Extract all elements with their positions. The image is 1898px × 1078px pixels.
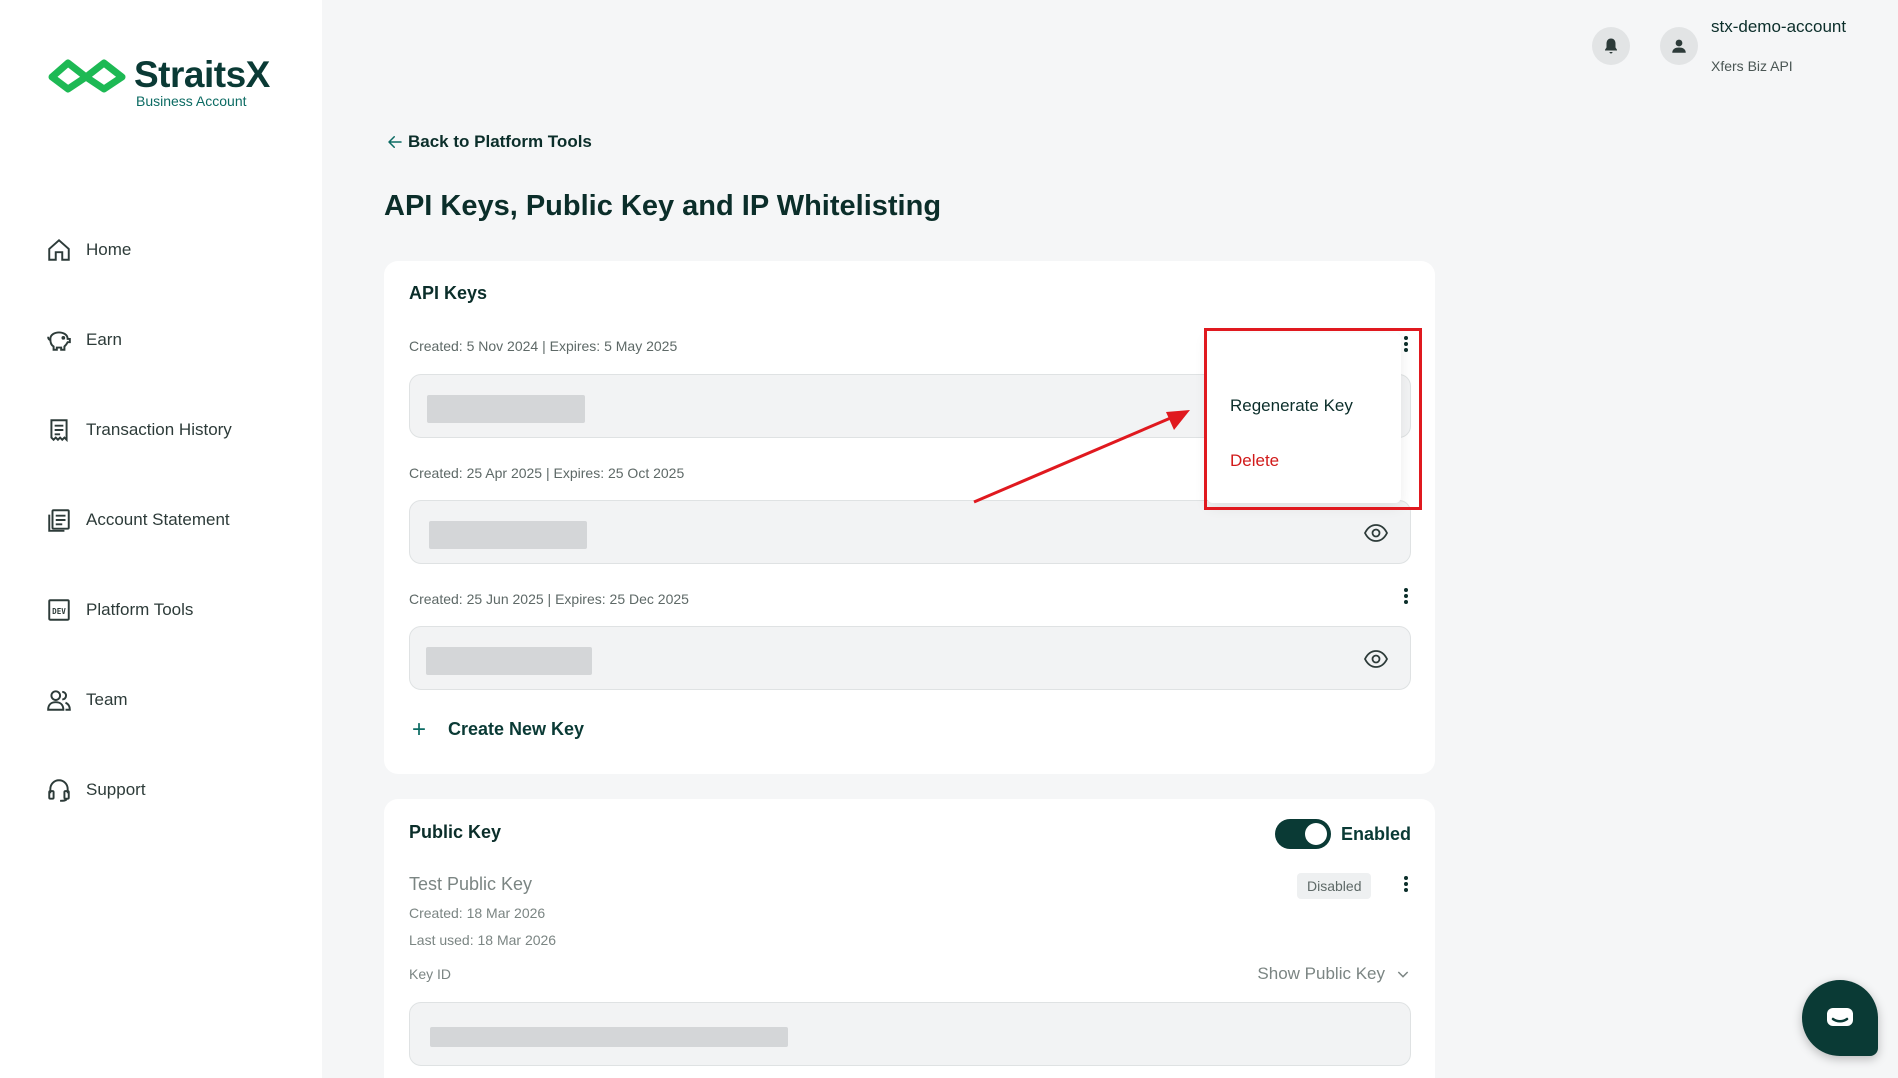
- public-key-created: Created: 18 Mar 2026: [409, 905, 546, 921]
- sidebar-item-label: Home: [86, 240, 132, 259]
- eye-icon[interactable]: [1364, 521, 1388, 545]
- api-key-field[interactable]: [409, 626, 1411, 690]
- key-id-label: Key ID: [409, 966, 452, 982]
- delete-key-menu-item[interactable]: Delete: [1230, 451, 1279, 471]
- notifications-button[interactable]: [1592, 27, 1630, 65]
- public-key-toggle-group: Enabled: [1274, 819, 1411, 849]
- sidebar-nav: Home Earn Transaction History Account St…: [44, 205, 232, 835]
- sidebar-item-label: Transaction History: [86, 420, 232, 439]
- api-keys-title: API Keys: [409, 283, 488, 303]
- sidebar-item-platform-tools[interactable]: DEV Platform Tools: [44, 565, 232, 655]
- sidebar-item-support[interactable]: Support: [44, 745, 232, 835]
- sidebar-item-label: Platform Tools: [86, 600, 194, 619]
- plus-icon: +: [412, 715, 427, 743]
- public-key-last-used: Last used: 18 Mar 2026: [409, 932, 557, 948]
- api-key-actions-menu: Regenerate Key Delete: [1207, 333, 1401, 503]
- create-new-key-label: Create New Key: [448, 719, 585, 739]
- masked-key-value: [427, 395, 585, 423]
- sidebar-item-account-statement[interactable]: Account Statement: [44, 475, 232, 565]
- document-icon: [44, 505, 74, 535]
- sidebar-item-transaction-history[interactable]: Transaction History: [44, 385, 232, 475]
- regenerate-key-menu-item[interactable]: Regenerate Key: [1230, 396, 1353, 416]
- kebab-icon: [1404, 336, 1408, 352]
- sidebar-item-earn[interactable]: Earn: [44, 295, 232, 385]
- sidebar-item-label: Support: [86, 780, 146, 799]
- sidebar-item-home[interactable]: Home: [44, 205, 232, 295]
- headset-icon: [44, 775, 74, 805]
- chat-widget-button[interactable]: [1802, 980, 1878, 1056]
- bell-icon: [1605, 38, 1617, 54]
- chevron-down-icon: [1397, 971, 1409, 978]
- masked-key-value: [430, 1027, 788, 1047]
- back-link[interactable]: Back to Platform Tools: [386, 132, 592, 152]
- toggle-label: Enabled: [1340, 823, 1411, 844]
- piggy-bank-icon: [44, 325, 74, 355]
- public-key-more-button[interactable]: [1396, 873, 1416, 895]
- api-key-meta: Created: 25 Apr 2025 | Expires: 25 Oct 2…: [409, 465, 685, 481]
- brand-name: StraitsX: [134, 54, 270, 95]
- public-key-field[interactable]: [409, 1002, 1411, 1066]
- page-title: API Keys, Public Key and IP Whitelisting: [384, 190, 942, 222]
- account-subtitle: Xfers Biz API: [1711, 58, 1793, 74]
- home-icon: [44, 235, 74, 265]
- kebab-icon: [1404, 876, 1408, 892]
- brand-subtitle: Business Account: [136, 93, 247, 109]
- app-root: StraitsX Business Account Home Earn Tran…: [0, 0, 1898, 1078]
- api-key-meta: Created: 25 Jun 2025 | Expires: 25 Dec 2…: [409, 591, 689, 607]
- masked-key-value: [426, 647, 592, 675]
- status-badge: Disabled: [1297, 873, 1372, 899]
- public-key-title: Public Key: [409, 822, 502, 842]
- api-key-meta: Created: 5 Nov 2024 | Expires: 5 May 202…: [409, 338, 678, 354]
- eye-icon[interactable]: [1364, 647, 1388, 671]
- chat-icon: [1827, 1008, 1853, 1026]
- show-public-key-label: Show Public Key: [1257, 964, 1385, 983]
- create-new-key-button[interactable]: + Create New Key: [412, 715, 585, 743]
- public-key-card: Public Key Enabled Test Public Key Creat…: [384, 799, 1435, 1078]
- straitsx-logo-icon: [48, 59, 126, 93]
- arrow-left-icon: [388, 136, 402, 148]
- brand-logo[interactable]: StraitsX Business Account: [46, 55, 270, 109]
- svg-text:DEV: DEV: [52, 607, 66, 616]
- public-key-name: Test Public Key: [409, 874, 533, 894]
- kebab-icon: [1404, 588, 1408, 604]
- masked-key-value: [429, 521, 587, 549]
- show-public-key-button[interactable]: Show Public Key: [1257, 964, 1411, 984]
- api-key-more-button[interactable]: [1396, 585, 1416, 607]
- sidebar: StraitsX Business Account Home Earn Tran…: [0, 0, 322, 1078]
- sidebar-item-label: Team: [86, 690, 128, 709]
- dev-icon: DEV: [44, 595, 74, 625]
- receipt-icon: [44, 415, 74, 445]
- public-key-enabled-toggle[interactable]: [1274, 819, 1331, 849]
- sidebar-item-team[interactable]: Team: [44, 655, 232, 745]
- back-link-label: Back to Platform Tools: [408, 132, 592, 151]
- account-name[interactable]: stx-demo-account: [1711, 17, 1846, 37]
- sidebar-item-label: Earn: [86, 330, 122, 349]
- user-icon: [1672, 39, 1686, 53]
- api-key-field[interactable]: [409, 500, 1411, 564]
- team-icon: [44, 685, 74, 715]
- account-avatar[interactable]: [1660, 27, 1698, 65]
- sidebar-item-label: Account Statement: [86, 510, 230, 529]
